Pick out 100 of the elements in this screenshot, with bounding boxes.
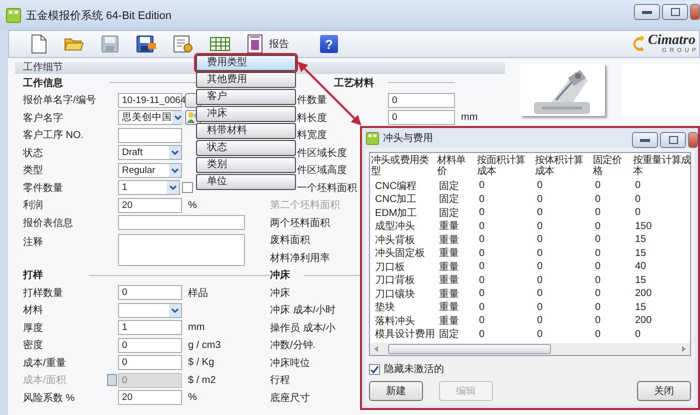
input-field[interactable]: 0 bbox=[118, 285, 182, 300]
table-cell-text: 0 bbox=[478, 220, 486, 232]
menu-item[interactable]: 客户 bbox=[196, 89, 296, 105]
table-cell-text: 固定 bbox=[438, 206, 460, 220]
table-cell-text: 0 bbox=[478, 248, 486, 259]
column-header[interactable]: 固定价格 bbox=[592, 153, 632, 179]
maximize-button[interactable] bbox=[660, 132, 686, 148]
report-label[interactable]: 报告 bbox=[269, 37, 289, 51]
table-icon[interactable] bbox=[210, 37, 230, 51]
help-button[interactable]: ? bbox=[320, 35, 338, 53]
table-cell-text: 15 bbox=[634, 234, 648, 246]
field-label: 客户工序 NO. bbox=[23, 128, 85, 142]
field-label: 料长度 bbox=[297, 112, 327, 125]
input-field[interactable]: 1 bbox=[118, 320, 182, 336]
input-field[interactable]: 0 bbox=[118, 355, 182, 370]
minimize-button[interactable] bbox=[632, 132, 658, 148]
menu-item[interactable]: 类别 bbox=[196, 157, 296, 173]
table-cell-text: CNC加工 bbox=[374, 192, 418, 206]
field-label: 底座尺寸 bbox=[270, 392, 310, 405]
menu-item[interactable]: 状态 bbox=[196, 140, 296, 156]
input-field[interactable]: 0 bbox=[388, 110, 455, 126]
save-as-icon[interactable] bbox=[136, 35, 156, 53]
table-cell-text: 200 bbox=[634, 315, 653, 326]
close-button[interactable] bbox=[690, 4, 700, 20]
table-cell-text: 0 bbox=[478, 274, 486, 286]
input-field[interactable] bbox=[118, 128, 182, 143]
unit-label: $ / m2 bbox=[188, 374, 216, 386]
field-label: 厚度 bbox=[23, 322, 44, 335]
table-cell-text: 0 bbox=[594, 207, 602, 218]
menu-item[interactable]: 冲床 bbox=[196, 106, 296, 122]
input-field[interactable]: 20 bbox=[118, 390, 182, 406]
column-header[interactable]: 冲头或费用类型 bbox=[370, 153, 436, 179]
table-cell-text: 重量 bbox=[438, 246, 460, 260]
table-cell-text: 0 bbox=[478, 234, 486, 246]
table-cell-text: 0 bbox=[594, 180, 602, 192]
small-button[interactable] bbox=[107, 374, 117, 386]
column-header[interactable]: 按面积计算成本 bbox=[476, 153, 534, 179]
column-header[interactable]: 按体积计算成本 bbox=[534, 153, 592, 179]
table-cell-text: 0 bbox=[536, 302, 544, 313]
settings-document-icon[interactable] bbox=[173, 35, 193, 53]
table-cell-text: 15 bbox=[634, 274, 648, 286]
new-file-icon[interactable] bbox=[31, 34, 47, 54]
input-field[interactable]: 0 bbox=[118, 338, 182, 353]
report-icon[interactable] bbox=[247, 34, 263, 54]
minimize-button[interactable] bbox=[634, 4, 660, 20]
chevron-down-icon[interactable] bbox=[172, 111, 184, 124]
dialog-button[interactable]: 新建 bbox=[369, 381, 423, 401]
table-cell-text: 刀口板 bbox=[374, 260, 406, 274]
menu-item[interactable]: 料带材料 bbox=[196, 123, 296, 139]
chevron-down-icon[interactable] bbox=[167, 181, 179, 194]
table-cell-text: 0 bbox=[478, 180, 486, 192]
folder-icon[interactable] bbox=[64, 36, 84, 52]
table-cell-text: 0 bbox=[594, 220, 602, 232]
input-field[interactable] bbox=[118, 215, 245, 230]
dropdown[interactable]: 1 bbox=[118, 180, 180, 196]
close-button[interactable] bbox=[688, 132, 698, 148]
dropdown[interactable]: 思美创中国 bbox=[118, 110, 182, 126]
input-field[interactable]: 20 bbox=[118, 198, 182, 213]
save-icon[interactable] bbox=[101, 35, 119, 53]
check-icon bbox=[370, 364, 379, 374]
menu-item[interactable]: 单位 bbox=[196, 174, 296, 190]
unit-label: mm bbox=[188, 322, 205, 334]
checkbox[interactable] bbox=[369, 364, 380, 374]
checkbox[interactable] bbox=[182, 182, 193, 194]
dropdown[interactable]: Draft bbox=[118, 145, 182, 160]
dropdown[interactable]: Regular bbox=[118, 162, 182, 178]
table-cell-text: 0 bbox=[594, 261, 602, 272]
maximize-button[interactable] bbox=[662, 4, 688, 20]
table-cell-text: 0 bbox=[478, 207, 486, 218]
table-cell-text: 0 bbox=[594, 288, 602, 300]
chevron-down-icon[interactable] bbox=[169, 304, 181, 317]
checkbox-label[interactable]: 隐藏未激活的 bbox=[384, 362, 444, 376]
table-cell-text: 模具设计费用 bbox=[374, 328, 436, 342]
unit-label: mm bbox=[461, 112, 478, 124]
table-cell-text: 40 bbox=[634, 261, 648, 272]
field-label: 两个坯料面积 bbox=[270, 216, 330, 230]
table-cell-text: 重量 bbox=[438, 260, 460, 274]
chevron-down-icon[interactable] bbox=[169, 164, 181, 177]
table-cell-text: 落料冲头 bbox=[374, 314, 416, 328]
table-cell-text: 0 bbox=[536, 180, 544, 192]
chevron-down-icon[interactable] bbox=[169, 146, 181, 160]
input-field[interactable]: 0 bbox=[388, 92, 455, 108]
table-cell-text: 0 bbox=[536, 288, 544, 300]
table-cell-text: 垫块 bbox=[374, 300, 396, 314]
column-header[interactable]: 按重量计算成本 bbox=[632, 153, 698, 179]
unit-label: g / cm3 bbox=[188, 340, 221, 351]
table-cell-text: 0 bbox=[634, 194, 642, 205]
menu-item[interactable]: 其他费用 bbox=[196, 72, 296, 88]
table-cell-text: 重量 bbox=[438, 274, 460, 288]
table-cell-text: 150 bbox=[634, 220, 653, 232]
table-cell-text: 0 bbox=[536, 261, 544, 272]
unit-label: % bbox=[188, 200, 197, 211]
minimize-icon bbox=[640, 138, 650, 142]
table-cell-text: 冲头固定板 bbox=[374, 246, 426, 260]
field-label: 报价单名字/编号 bbox=[23, 94, 97, 108]
table-cell-text: 200 bbox=[634, 288, 653, 300]
column-header[interactable]: 材料单价 bbox=[436, 153, 476, 179]
dialog-button[interactable]: 关闭 bbox=[637, 381, 691, 401]
dialog-title: 冲头与费用 bbox=[383, 132, 433, 145]
maximize-icon bbox=[668, 136, 678, 144]
